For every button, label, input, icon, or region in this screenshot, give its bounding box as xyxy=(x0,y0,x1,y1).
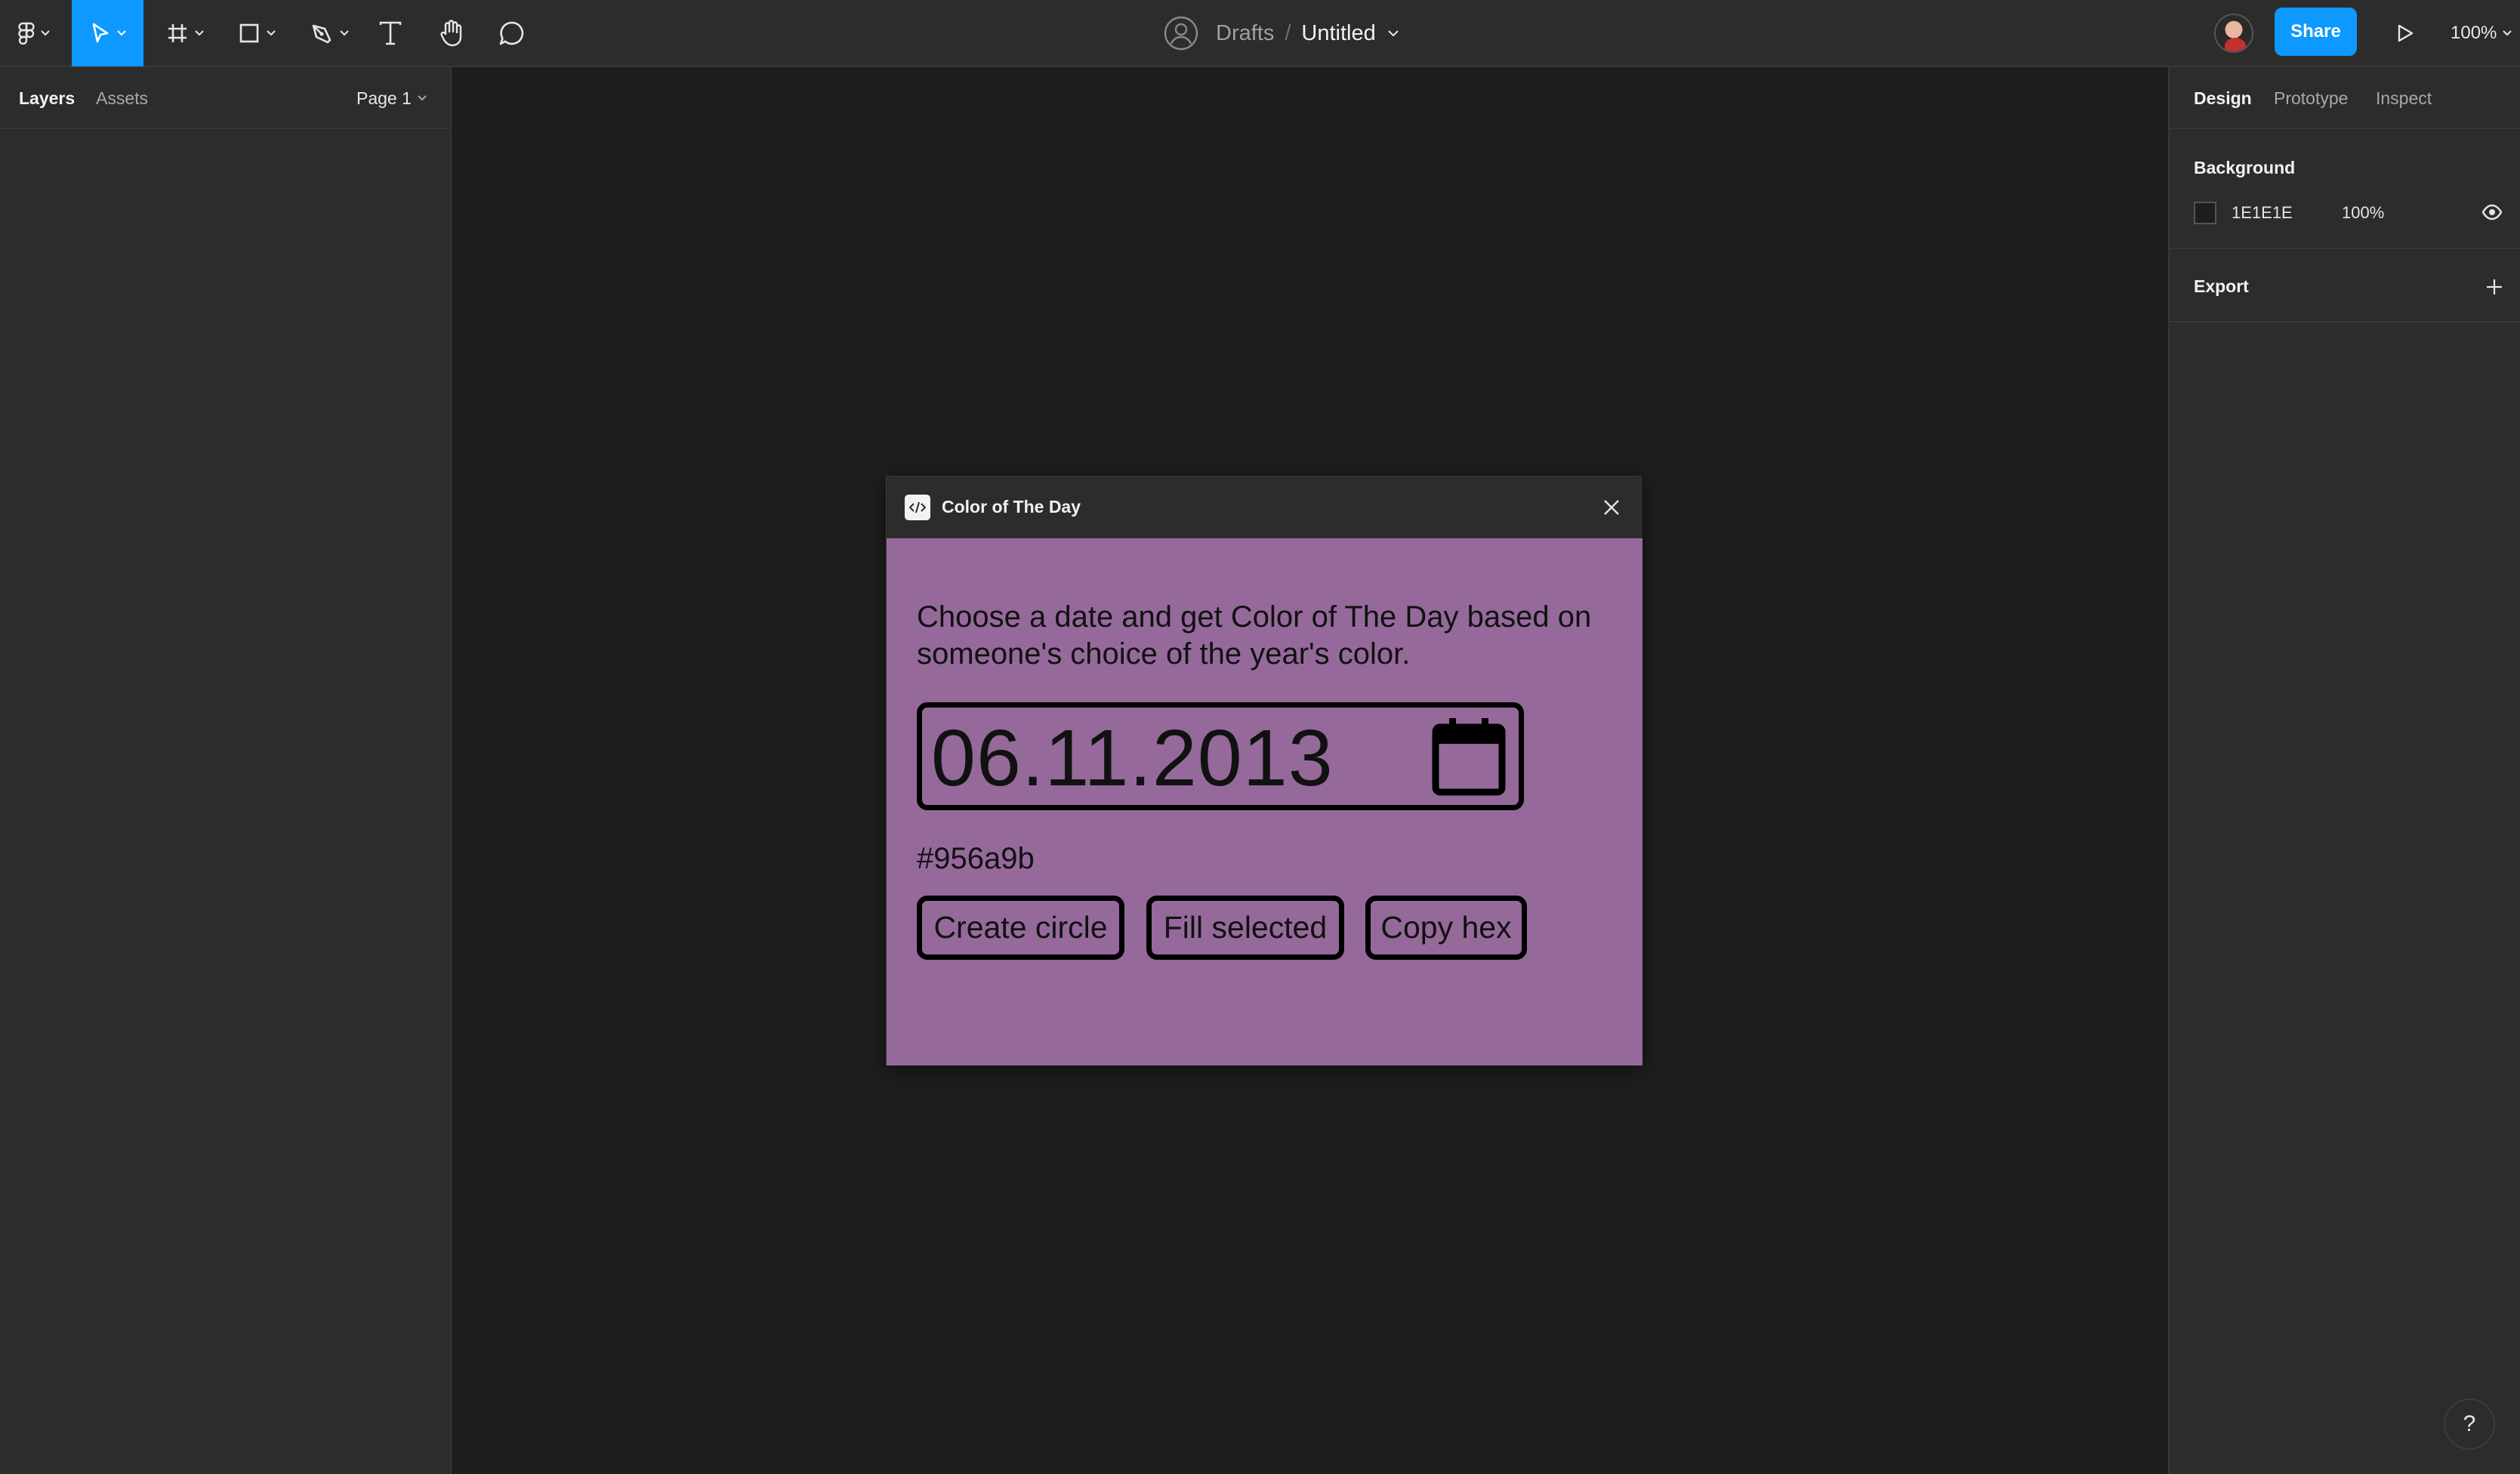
chevron-down-icon xyxy=(340,30,349,36)
present-button[interactable] xyxy=(2386,0,2424,66)
zoom-dropdown[interactable]: 100% xyxy=(2451,0,2512,66)
share-button[interactable]: Share xyxy=(2275,8,2357,56)
user-circle-icon xyxy=(1164,16,1198,51)
figma-app: Drafts / Untitled Share 100% Layers Asse… xyxy=(0,0,2520,1474)
main-menu-button[interactable] xyxy=(8,0,60,66)
text-tool-button[interactable] xyxy=(374,0,407,66)
background-hex-value[interactable]: 1E1E1E xyxy=(2232,203,2342,223)
help-button[interactable]: ? xyxy=(2444,1398,2495,1450)
calendar-icon[interactable] xyxy=(1431,717,1507,796)
create-circle-button[interactable]: Create circle xyxy=(917,896,1124,960)
chevron-down-icon xyxy=(195,30,204,36)
chevron-down-icon[interactable] xyxy=(1388,29,1399,37)
breadcrumb-separator: / xyxy=(1285,20,1291,45)
plus-icon[interactable] xyxy=(2485,278,2503,296)
chevron-down-icon xyxy=(418,95,427,101)
text-t-icon xyxy=(379,21,402,45)
shape-tool-button[interactable] xyxy=(230,0,283,66)
plugin-description: Choose a date and get Color of The Day b… xyxy=(917,600,1592,671)
move-tool-button[interactable] xyxy=(72,0,143,66)
file-name[interactable]: Untitled xyxy=(1301,21,1375,46)
tab-assets[interactable]: Assets xyxy=(96,67,148,129)
date-value: 06.11.2013 xyxy=(931,714,1334,803)
page-label: Page 1 xyxy=(356,88,412,108)
tab-design[interactable]: Design xyxy=(2194,67,2252,129)
plugin-title: Color of The Day xyxy=(942,497,1081,517)
background-color-swatch[interactable] xyxy=(2194,202,2216,224)
plugin-window: Color of The Day Choose a date and get C… xyxy=(886,476,1642,1065)
play-icon xyxy=(2398,24,2414,42)
cursor-arrow-icon xyxy=(92,23,108,43)
figma-logo-icon xyxy=(18,22,35,45)
hex-color-value: #956a9b xyxy=(917,842,1035,875)
chevron-down-icon xyxy=(41,30,50,36)
eye-visibility-icon[interactable] xyxy=(2481,201,2503,224)
tab-inspect[interactable]: Inspect xyxy=(2376,67,2432,129)
chevron-down-icon xyxy=(116,30,126,36)
comment-bubble-icon xyxy=(499,21,524,45)
tab-prototype[interactable]: Prototype xyxy=(2274,67,2348,129)
close-icon xyxy=(1604,500,1619,515)
zoom-level: 100% xyxy=(2451,23,2497,43)
frame-tool-button[interactable] xyxy=(159,0,211,66)
layers-panel: Layers Assets Page 1 xyxy=(0,67,452,1474)
comment-tool-button[interactable] xyxy=(493,0,531,66)
plugin-close-button[interactable] xyxy=(1597,493,1626,522)
background-section: Background 1E1E1E 100% xyxy=(2170,129,2520,249)
rectangle-icon xyxy=(239,23,259,43)
chevron-down-icon xyxy=(267,30,276,36)
hand-tool-button[interactable] xyxy=(433,0,470,66)
background-fill-row: 1E1E1E 100% xyxy=(2194,201,2503,225)
pen-tool-button[interactable] xyxy=(302,0,356,66)
properties-panel: Design Prototype Inspect Background 1E1E… xyxy=(2168,67,2520,1474)
file-location-link[interactable]: Drafts xyxy=(1216,21,1274,46)
file-breadcrumb: Drafts / Untitled xyxy=(1163,0,1399,66)
chevron-down-icon xyxy=(2503,30,2512,36)
copy-hex-button[interactable]: Copy hex xyxy=(1365,896,1527,960)
page-selector[interactable]: Page 1 xyxy=(356,67,427,129)
background-opacity-value[interactable]: 100% xyxy=(2342,203,2384,223)
left-panel-tabs: Layers Assets Page 1 xyxy=(0,67,450,129)
pen-nib-icon xyxy=(312,24,332,44)
right-panel-tabs: Design Prototype Inspect xyxy=(2170,67,2520,129)
top-toolbar: Drafts / Untitled Share 100% xyxy=(0,0,2520,67)
background-title: Background xyxy=(2194,158,2296,177)
plugin-content: Choose a date and get Color of The Day b… xyxy=(887,538,1642,1065)
hand-icon xyxy=(440,20,462,47)
fill-selected-button[interactable]: Fill selected xyxy=(1146,896,1344,960)
tab-layers[interactable]: Layers xyxy=(19,67,75,129)
frame-hash-icon xyxy=(168,24,187,42)
export-title: Export xyxy=(2194,276,2249,296)
user-avatar[interactable] xyxy=(2214,14,2253,53)
plugin-title-bar[interactable]: Color of The Day xyxy=(887,476,1641,538)
date-input[interactable]: 06.11.2013 xyxy=(917,702,1524,810)
export-section: Export xyxy=(2170,249,2520,322)
plugin-code-icon xyxy=(905,495,930,520)
